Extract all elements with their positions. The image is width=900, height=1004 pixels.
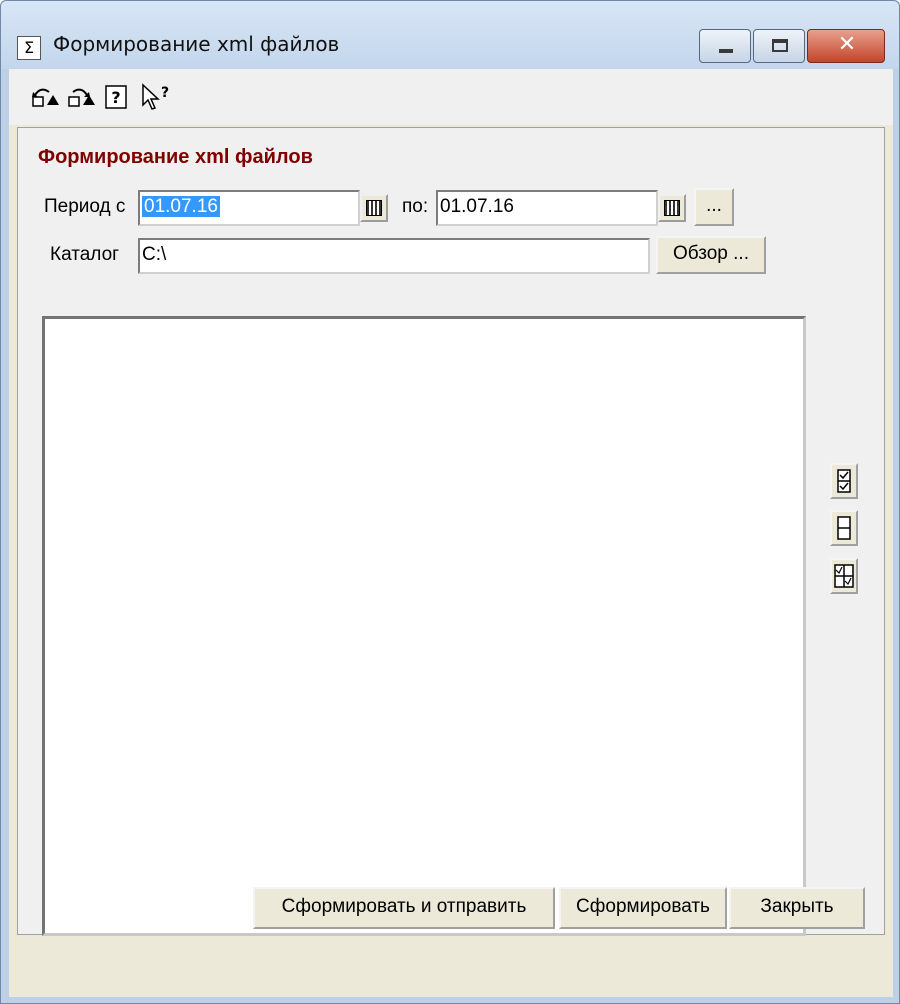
period-from-label: Период с — [44, 196, 126, 217]
check-all-button[interactable] — [830, 463, 858, 499]
period-to-label: по: — [402, 196, 429, 217]
uncheck-all-icon — [837, 516, 851, 540]
date-to-calendar-button[interactable] — [658, 194, 686, 222]
whats-this-icon[interactable]: ? — [139, 83, 169, 111]
minimize-icon — [719, 49, 733, 53]
period-more-button[interactable]: ... — [694, 188, 734, 226]
sigma-icon: Σ — [17, 36, 41, 60]
generate-button[interactable]: Сформировать — [559, 887, 727, 929]
form-heading: Формирование xml файлов — [38, 146, 313, 168]
restore-right-icon[interactable] — [67, 83, 97, 111]
catalog-input[interactable]: C:\ — [138, 238, 650, 274]
app-window: Σ Формирование xml файлов ✕ ? ? Формиров… — [0, 0, 900, 1004]
client-area: ? ? Формирование xml файлов Период с 01.… — [9, 69, 893, 997]
svg-text:?: ? — [161, 85, 169, 101]
form-panel: Формирование xml файлов Период с 01.07.1… — [17, 127, 885, 936]
date-to-field[interactable]: 01.07.16 — [436, 190, 658, 226]
date-from-calendar-button[interactable] — [360, 194, 388, 222]
restore-left-icon[interactable] — [31, 83, 61, 111]
close-window-button[interactable]: ✕ — [807, 29, 885, 63]
check-all-icon — [837, 469, 851, 493]
calendar-icon — [366, 200, 382, 216]
maximize-button[interactable] — [753, 29, 805, 63]
calendar-icon — [664, 200, 680, 216]
generate-and-send-button[interactable]: Сформировать и отправить — [253, 887, 555, 929]
close-button[interactable]: Закрыть — [729, 887, 865, 929]
minimize-button[interactable] — [699, 29, 751, 63]
uncheck-all-button[interactable] — [830, 510, 858, 546]
date-from-value: 01.07.16 — [142, 196, 220, 217]
date-from-field[interactable]: 01.07.16 — [138, 190, 360, 226]
toolbar: ? ? — [9, 69, 893, 125]
close-icon: ✕ — [837, 32, 857, 57]
window-title: Формирование xml файлов — [53, 32, 340, 56]
svg-text:?: ? — [111, 88, 120, 107]
help-icon[interactable]: ? — [103, 83, 133, 111]
maximize-icon — [772, 39, 788, 52]
invert-check-icon — [834, 564, 854, 588]
file-list[interactable] — [42, 316, 806, 936]
invert-check-button[interactable] — [830, 558, 858, 594]
catalog-label: Каталог — [50, 244, 120, 265]
browse-button[interactable]: Обзор ... — [656, 236, 766, 274]
title-bar[interactable]: Σ Формирование xml файлов ✕ — [1, 1, 899, 69]
